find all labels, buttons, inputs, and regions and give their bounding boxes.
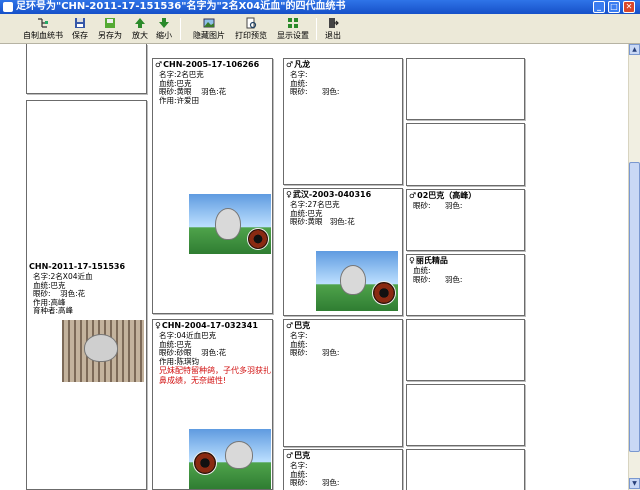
pigeon-figure (215, 208, 241, 240)
pigeon-eye-inset (372, 281, 396, 305)
minimize-button[interactable]: _ (593, 1, 605, 13)
floppy-icon (75, 18, 85, 28)
pedigree-card-gen4-empty[interactable] (406, 123, 525, 186)
pedigree-card-subject[interactable]: CHN-2011-17-151536 名字:2名X04近血 血统:巴克 眼砂: … (26, 100, 147, 490)
ring-number: CHN-2005-17-106266 (163, 60, 260, 69)
close-button[interactable]: ✕ (623, 1, 635, 13)
display-settings-button[interactable]: 显示设置 (275, 17, 311, 43)
male-icon: ♂ (155, 60, 163, 69)
exit-door-icon (329, 18, 339, 28)
ring-number: 凡龙 (294, 60, 311, 69)
picture-icon (203, 18, 215, 28)
save-as-button[interactable]: 另存为 (96, 17, 124, 43)
info-breeder: 育种者:高峰 (33, 306, 74, 316)
pigeon-eye-inset (193, 451, 217, 475)
title-bar: 足环号为"CHN-2011-17-151536"名字为"2名X04近血"的四代血… (0, 0, 640, 14)
pigeon-eye-inset (247, 228, 269, 250)
info-eye-feather: 眼砂:黄眼 羽色:花 (290, 217, 355, 227)
vertical-scrollbar[interactable]: ▲ ▼ (628, 44, 640, 490)
female-icon: ♀ (409, 256, 415, 265)
save-button[interactable]: 保存 (70, 17, 90, 43)
ring-number: 巴克 (294, 451, 311, 460)
remark-text: 兄妹配特留种鸽，子代多羽获扎鼻成绩，无奈雌性! (159, 366, 271, 385)
arrow-down-icon (159, 18, 169, 28)
female-icon: ♀ (286, 190, 292, 199)
pigeon-figure (84, 334, 118, 362)
pedigree-card-gen3[interactable]: ♂凡龙 名字: 血统: 眼砂: 羽色: (283, 58, 403, 185)
tree-icon (38, 18, 48, 28)
male-icon: ♂ (286, 451, 294, 460)
pedigree-card-gen4[interactable]: ♀丽氏精品 血统: 眼砂: 羽色: (406, 254, 525, 316)
male-icon: ♂ (286, 321, 294, 330)
pedigree-card-dam[interactable]: ♀CHN-2004-17-032341 名字:04近血巴克 血统:巴克 眼砂:砂… (152, 319, 273, 490)
info-eye-feather: 眼砂: 羽色: (290, 87, 340, 97)
ring-number: 丽氏精品 (415, 256, 448, 265)
window-title: 足环号为"CHN-2011-17-151536"名字为"2名X04近血"的四代血… (16, 1, 346, 12)
pigeon-figure (340, 265, 366, 295)
pigeon-photo[interactable] (62, 320, 144, 382)
pedigree-card-gen3[interactable]: ♂巴克 名字: 血统: 眼砂: 羽色: (283, 319, 403, 447)
pedigree-card-empty[interactable] (26, 44, 147, 94)
ring-number: CHN-2004-17-032341 (161, 321, 258, 330)
female-icon: ♀ (155, 321, 161, 330)
pedigree-card-gen4-empty[interactable] (406, 449, 525, 490)
scroll-up-button[interactable]: ▲ (629, 44, 640, 55)
pedigree-card-gen4-empty[interactable] (406, 319, 525, 381)
arrow-up-icon (135, 18, 145, 28)
pedigree-card-gen4-empty[interactable] (406, 384, 525, 446)
toolbar-separator (316, 18, 317, 40)
pedigree-card-gen4-empty[interactable] (406, 58, 525, 120)
pigeon-figure (225, 441, 253, 469)
pedigree-window: 足环号为"CHN-2011-17-151536"名字为"2名X04近血"的四代血… (0, 0, 640, 490)
info-eye-feather: 眼砂: 羽色: (290, 478, 340, 488)
settings-grid-icon (288, 18, 298, 28)
scroll-thumb[interactable] (629, 162, 640, 452)
hide-photo-button[interactable]: 隐藏图片 (191, 17, 227, 43)
ring-number: 武汉-2003-040316 (292, 190, 372, 199)
pigeon-photo[interactable] (316, 251, 398, 311)
maximize-button[interactable]: □ (608, 1, 620, 13)
ring-number: 巴克 (294, 321, 311, 330)
info-achievement: 作用:许爱田 (159, 95, 200, 105)
pigeon-photo[interactable] (189, 429, 271, 489)
info-eye-feather: 眼砂: 羽色: (413, 201, 463, 210)
toolbar: 自制血统书 保存 另存为 放大 缩小 隐藏图片 打印预览 显示设置 退出 (0, 14, 640, 44)
pedigree-card-gen3[interactable]: ♂巴克 名字: 血统: 眼砂: 羽色: (283, 449, 403, 490)
app-icon (3, 2, 13, 12)
zoom-out-button[interactable]: 缩小 (154, 17, 174, 43)
print-preview-icon (246, 17, 257, 29)
pigeon-photo[interactable] (189, 194, 271, 254)
pedigree-card-sire[interactable]: ♂CHN-2005-17-106266 名字:2名巴克 血统:巴克 眼砂:黄眼 … (152, 58, 273, 314)
print-preview-button[interactable]: 打印预览 (233, 17, 269, 43)
save-as-icon (105, 18, 115, 28)
zoom-in-button[interactable]: 放大 (130, 17, 150, 43)
exit-button[interactable]: 退出 (323, 17, 343, 43)
pedigree-card-gen4[interactable]: ♂02巴克（高峰） 眼砂: 羽色: (406, 189, 525, 251)
ring-number: 02巴克（高峰） (417, 191, 477, 200)
male-icon: ♂ (409, 191, 417, 200)
info-eye-feather: 眼砂: 羽色: (290, 348, 340, 358)
toolbar-separator (180, 18, 181, 40)
custom-pedigree-button[interactable]: 自制血统书 (22, 17, 64, 43)
info-feather: 眼砂: 羽色: (413, 274, 463, 284)
pedigree-card-gen3[interactable]: ♀武汉-2003-040316 名字:27名巴克 血统:巴克 眼砂:黄眼 羽色:… (283, 188, 403, 316)
pedigree-canvas: CHN-2011-17-151536 名字:2名X04近血 血统:巴克 眼砂: … (0, 44, 628, 490)
male-icon: ♂ (286, 60, 294, 69)
scroll-down-button[interactable]: ▼ (629, 478, 640, 489)
